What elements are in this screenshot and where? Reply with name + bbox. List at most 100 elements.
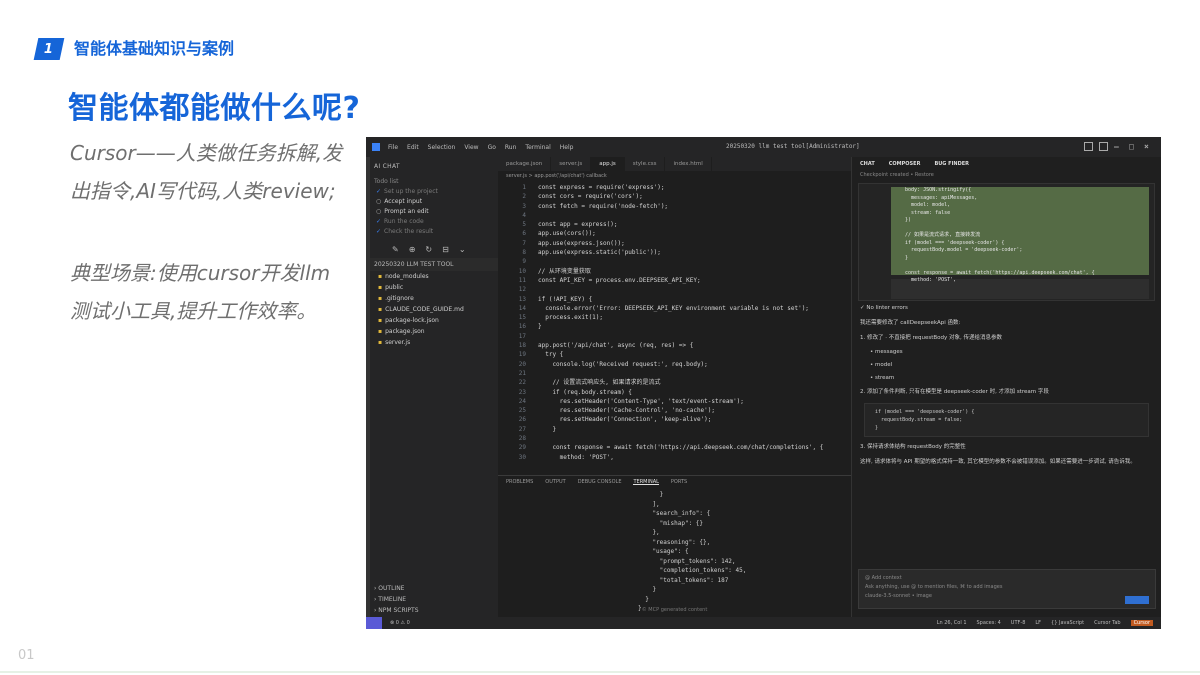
code-line: 28 — [498, 434, 851, 443]
todo-item[interactable]: ✓ Check the result — [370, 227, 498, 237]
line-text: res.setHeader('Cache-Control', 'no-cache… — [538, 407, 716, 415]
code-line: 20 console.log('Received request:', req.… — [498, 360, 851, 369]
panel-tab[interactable]: DEBUG CONSOLE — [578, 479, 622, 485]
line-number: 26 — [518, 416, 526, 424]
line-number: 23 — [518, 388, 526, 396]
line-number: 17 — [518, 332, 526, 340]
line-text: const response = await fetch('https://ap… — [538, 444, 824, 452]
line-number: 5 — [522, 221, 526, 229]
sidebar-section[interactable]: › OUTLINE — [370, 583, 498, 594]
linter-status: ✓ No linter errors — [860, 305, 908, 311]
panel-tab[interactable]: OUTPUT — [545, 479, 565, 485]
chat-input[interactable]: @ Add context Ask anything, use @ to ment… — [858, 569, 1156, 609]
line-number: 22 — [518, 379, 526, 387]
menu-item[interactable]: Edit — [407, 144, 419, 151]
file-name: CLAUDE_CODE_GUIDE.md — [385, 306, 464, 313]
code-line: 25 res.setHeader('Cache-Control', 'no-ca… — [498, 406, 851, 415]
code-diff-block: body: JSON.stringify({ messages: apiMess… — [858, 183, 1155, 301]
todo-label: Check the result — [384, 228, 434, 235]
chat-point-2: 2. 添加了条件判断, 只有在模型是 deepseek-coder 时, 才添加… — [860, 389, 1049, 395]
code-line: 21 — [498, 369, 851, 378]
menu-item[interactable]: File — [388, 144, 398, 151]
status-item[interactable]: Ln 26, Col 1 — [937, 620, 967, 626]
todo-item[interactable]: ✓ Set up the project — [370, 187, 498, 197]
errors-icon[interactable]: ⊗ 0 ⚠ 0 — [390, 620, 410, 626]
chat-input-text[interactable]: @ Add context Ask anything, use @ to ment… — [859, 570, 1155, 605]
todo-item[interactable]: ○ Accept input — [370, 197, 498, 207]
chat-tab[interactable]: CHAT — [860, 161, 875, 167]
file-item[interactable]: ▪ package-lock.json — [370, 315, 498, 326]
status-item[interactable]: UTF-8 — [1011, 620, 1026, 626]
maximize-icon[interactable]: □ — [1129, 142, 1138, 151]
chat-code-block: if (model === 'deepseek-coder') { reques… — [864, 403, 1149, 437]
file-item[interactable]: ▪ package.json — [370, 326, 498, 337]
file-name: node_modules — [385, 273, 429, 280]
editor-tab[interactable]: app.js — [591, 157, 625, 171]
status-item[interactable]: LF — [1035, 620, 1041, 626]
status-item[interactable]: Spaces: 4 — [977, 620, 1001, 626]
menu-item[interactable]: Run — [505, 144, 517, 151]
checkpoint-line[interactable]: Checkpoint created • Restore — [852, 171, 1161, 179]
code-line: 1 const express = require('express'); — [498, 183, 851, 192]
chat-tab[interactable]: COMPOSER — [889, 161, 921, 167]
editor-tab[interactable]: style.css — [625, 157, 666, 171]
sidebar-section[interactable]: › TIMELINE — [370, 594, 498, 605]
status-item[interactable]: {} JavaScript — [1051, 620, 1084, 626]
new-folder-icon[interactable]: ⊕ — [409, 245, 416, 254]
chat-tab[interactable]: BUG FINDER — [934, 161, 969, 167]
file-item[interactable]: ▪ public — [370, 282, 498, 293]
status-item[interactable]: Cursor — [1130, 620, 1153, 626]
close-icon[interactable]: × — [1144, 142, 1153, 151]
file-item[interactable]: ▪ node_modules — [370, 271, 498, 282]
line-number: 25 — [518, 407, 526, 415]
status-item[interactable]: Cursor Tab — [1094, 620, 1121, 626]
collapse-icon[interactable]: ⊟ — [442, 245, 449, 254]
menu-item[interactable]: View — [464, 144, 478, 151]
line-text: app.use(express.json()); — [538, 239, 625, 247]
code-line: 24 res.setHeader('Content-Type', 'text/e… — [498, 397, 851, 406]
sidebar-header: AI CHAT — [374, 163, 400, 170]
panel-tabs: PROBLEMS OUTPUT DEBUG CONSOLE TERMINAL PORTS — [498, 476, 851, 488]
remote-icon[interactable] — [366, 617, 382, 629]
menu-item[interactable]: Terminal — [525, 144, 550, 151]
line-text: process.exit(1); — [538, 314, 604, 322]
menu-item[interactable]: Go — [488, 144, 496, 151]
menu-item[interactable]: Help — [560, 144, 574, 151]
line-number: 2 — [522, 193, 526, 201]
panel-tab[interactable]: TERMINAL — [633, 479, 659, 485]
file-item[interactable]: ▪ .gitignore — [370, 293, 498, 304]
chat-tabs: CHAT COMPOSER BUG FINDER — [852, 157, 1161, 171]
explorer-header[interactable]: 20250320 LLM TEST TOOL — [370, 258, 498, 271]
chevron-down-icon[interactable]: ⌄ — [459, 245, 466, 254]
refresh-icon[interactable]: ↻ — [425, 245, 432, 254]
line-number: 30 — [518, 453, 526, 461]
todo-item[interactable]: ○ Prompt an edit — [370, 207, 498, 217]
code-line: 6 app.use(cors()); — [498, 229, 851, 238]
code-line: 29 const response = await fetch('https:/… — [498, 443, 851, 452]
code-area[interactable]: 1 const express = require('express'); 2 con… — [498, 183, 851, 473]
editor-tab[interactable]: package.json — [498, 157, 552, 171]
layout-panel-icon[interactable] — [1099, 142, 1108, 151]
code-line: 23 if (req.body.stream) { — [498, 388, 851, 397]
editor-tab[interactable]: index.html — [665, 157, 712, 171]
todo-item[interactable]: ✓ Run the code — [370, 217, 498, 227]
sidebar-section[interactable]: › NPM SCRIPTS — [370, 605, 498, 616]
file-item[interactable]: ▪ CLAUDE_CODE_GUIDE.md — [370, 304, 498, 315]
breadcrumb[interactable]: server.js > app.post('/api/chat') callba… — [498, 171, 851, 180]
code-line: 15 process.exit(1); — [498, 313, 851, 322]
code-line: 8 app.use(express.static('public')); — [498, 248, 851, 257]
description-paragraph-2: 典型场景:使用cursor开发llm测试小工具,提升工作效率。 — [70, 261, 331, 323]
file-name: package-lock.json — [385, 317, 439, 324]
minimize-icon[interactable]: – — [1114, 142, 1123, 151]
line-text: } — [538, 323, 542, 331]
code-line: 16} — [498, 322, 851, 331]
layout-icon[interactable] — [1084, 142, 1093, 151]
chat-input-line: claude-3.5-sonnet • image — [865, 593, 932, 599]
file-item[interactable]: ▪ server.js — [370, 337, 498, 348]
send-button[interactable] — [1125, 596, 1149, 604]
panel-tab[interactable]: PROBLEMS — [506, 479, 533, 485]
editor-tab[interactable]: server.js — [551, 157, 592, 171]
new-file-icon[interactable]: ✎ — [392, 245, 399, 254]
panel-tab[interactable]: PORTS — [671, 479, 687, 485]
menu-item[interactable]: Selection — [428, 144, 456, 151]
